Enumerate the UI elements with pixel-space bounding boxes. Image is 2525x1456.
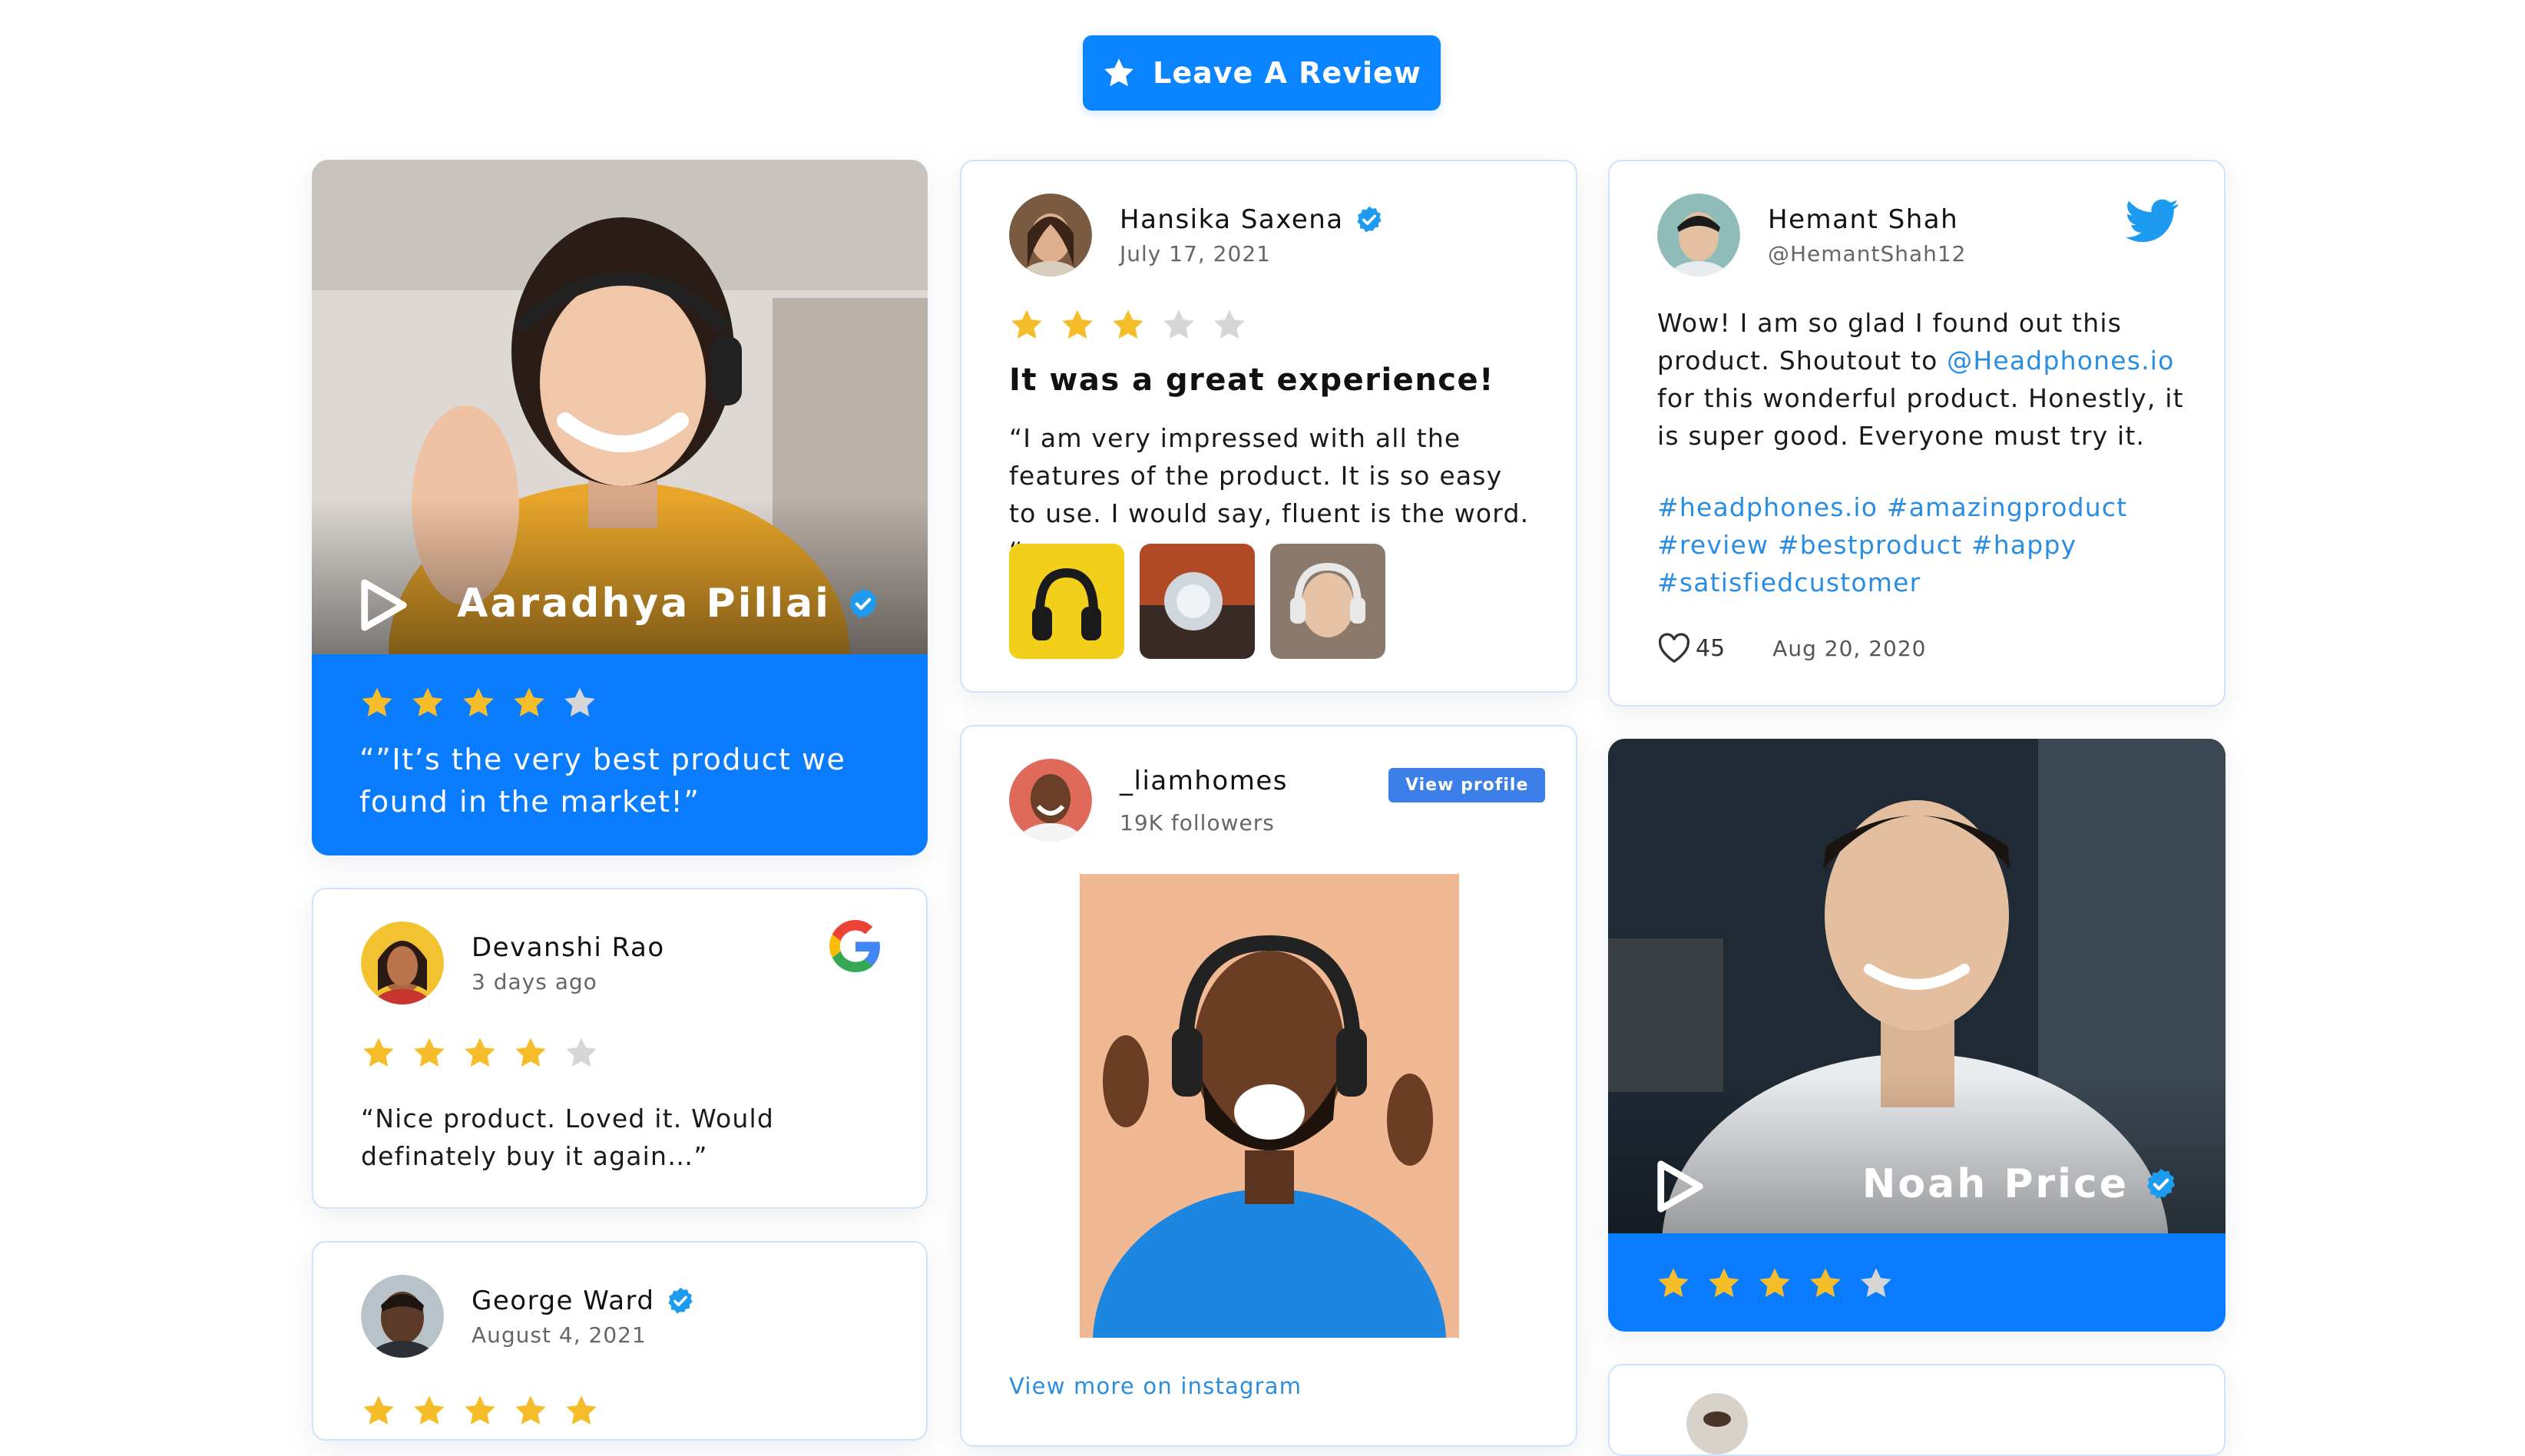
star-icon: [1808, 1266, 1843, 1301]
star-icon: [1858, 1266, 1894, 1301]
review-content: “”It’s the very best product we found in…: [312, 654, 928, 855]
review-date: August 4, 2021: [472, 1322, 647, 1348]
star-icon: [1757, 1266, 1792, 1301]
leave-review-button[interactable]: Leave A Review: [1083, 35, 1441, 111]
reviewer-name: George Ward: [472, 1285, 655, 1316]
review-quote: “”It’s the very best product we found in…: [359, 743, 846, 819]
star-icon: [1060, 307, 1095, 342]
star-icon: [462, 1035, 498, 1070]
reviewer-name: Hansika Saxena: [1120, 204, 1344, 235]
google-icon: [829, 920, 880, 972]
review-card-noah[interactable]: Noah Price: [1608, 739, 2226, 1332]
avatar: [1009, 759, 1092, 842]
star-icon: [1110, 307, 1146, 342]
like-count: 45: [1696, 634, 1726, 662]
star-icon: [562, 685, 597, 720]
star-icon: [1009, 307, 1044, 342]
avatar: [361, 922, 444, 1004]
play-icon[interactable]: [1656, 1160, 1705, 1213]
verified-icon: [846, 587, 880, 620]
tweet-text: Wow! I am so glad I found out this produ…: [1657, 304, 2187, 455]
twitter-icon[interactable]: [2126, 198, 2179, 244]
tweet-date: Aug 20, 2020: [1772, 635, 1927, 661]
instagram-link[interactable]: View more on instagram: [1009, 1373, 1302, 1399]
review-card-hansika[interactable]: Hansika Saxena July 17, 2021 It was a gr…: [960, 160, 1577, 693]
reviewer-name: Noah Price: [1861, 1161, 2129, 1207]
avatar: [1657, 194, 1740, 276]
review-quote: “Nice product. Loved it. Would definatel…: [361, 1104, 775, 1171]
star-icon: [412, 1035, 447, 1070]
listener-image[interactable]: [1270, 544, 1385, 659]
post-image[interactable]: [1080, 874, 1459, 1338]
verified-icon: [2144, 1167, 2178, 1201]
review-card-george[interactable]: George Ward August 4, 2021: [312, 1241, 928, 1441]
review-date: July 17, 2021: [1120, 240, 1271, 266]
video-thumbnail[interactable]: Aaradhya Pillai: [312, 160, 928, 654]
verified-icon: [1355, 205, 1384, 234]
headphones-image[interactable]: [1009, 544, 1124, 659]
reviewer-name: Hemant Shah: [1768, 204, 1959, 235]
review-images: [1009, 544, 1385, 659]
star-icon: [461, 685, 496, 720]
avatar: [1686, 1393, 1748, 1454]
review-card-aaradhya[interactable]: Aaradhya Pillai “”It’s the very best pro…: [312, 160, 928, 855]
heart-icon[interactable]: [1657, 633, 1691, 663]
star-icon: [1161, 307, 1196, 342]
star-icon: [1706, 1266, 1742, 1301]
star-icon: [1212, 307, 1247, 342]
rating-stars: [1656, 1266, 1894, 1301]
review-card-liam[interactable]: _liamhomes 19K followers View profile Vi…: [960, 725, 1577, 1447]
star-icon: [410, 685, 445, 720]
avatar: [361, 1275, 444, 1358]
headphones-closeup-image[interactable]: [1140, 544, 1255, 659]
review-time: 3 days ago: [472, 968, 597, 994]
star-icon: [564, 1393, 599, 1428]
username: _liamhomes: [1120, 765, 1288, 796]
reviewer-name: Devanshi Rao: [472, 932, 665, 963]
tweet-text-end: for this wonderful product. Honestly, it…: [1657, 383, 2184, 451]
rating-stars: [1009, 307, 1247, 342]
rating-stars: [361, 1393, 599, 1428]
star-icon: [359, 685, 395, 720]
star-icon: [513, 1393, 548, 1428]
review-card-partial[interactable]: [1608, 1364, 2226, 1456]
star-icon: [361, 1393, 396, 1428]
reviewer-name: Aaradhya Pillai: [457, 581, 831, 627]
review-card-hemant[interactable]: Hemant Shah @HemantShah12 Wow! I am so g…: [1608, 160, 2226, 706]
leave-review-label: Leave A Review: [1153, 56, 1421, 90]
video-thumbnail[interactable]: Noah Price: [1608, 739, 2226, 1233]
verified-icon: [666, 1286, 695, 1315]
star-icon: [361, 1035, 396, 1070]
mention-link[interactable]: @Headphones.io: [1947, 346, 2174, 376]
review-title: It was a great experience!: [1009, 362, 1494, 398]
star-icon: [462, 1393, 498, 1428]
star-icon: [513, 1035, 548, 1070]
star-icon: [564, 1035, 599, 1070]
star-icon: [1102, 56, 1136, 90]
play-icon[interactable]: [359, 578, 409, 632]
view-profile-button[interactable]: View profile: [1388, 768, 1546, 802]
star-icon: [412, 1393, 447, 1428]
rating-stars: [359, 685, 597, 720]
star-icon: [511, 685, 547, 720]
hashtags[interactable]: #headphones.io #amazingproduct #review #…: [1657, 488, 2187, 601]
follower-count: 19K followers: [1120, 809, 1275, 836]
star-icon: [1656, 1266, 1691, 1301]
twitter-handle: @HemantShah12: [1768, 240, 1967, 266]
rating-stars: [361, 1035, 599, 1070]
review-card-devanshi[interactable]: Devanshi Rao 3 days ago “Nice product. L…: [312, 888, 928, 1209]
avatar: [1009, 194, 1092, 276]
review-content: [1608, 1233, 2226, 1332]
